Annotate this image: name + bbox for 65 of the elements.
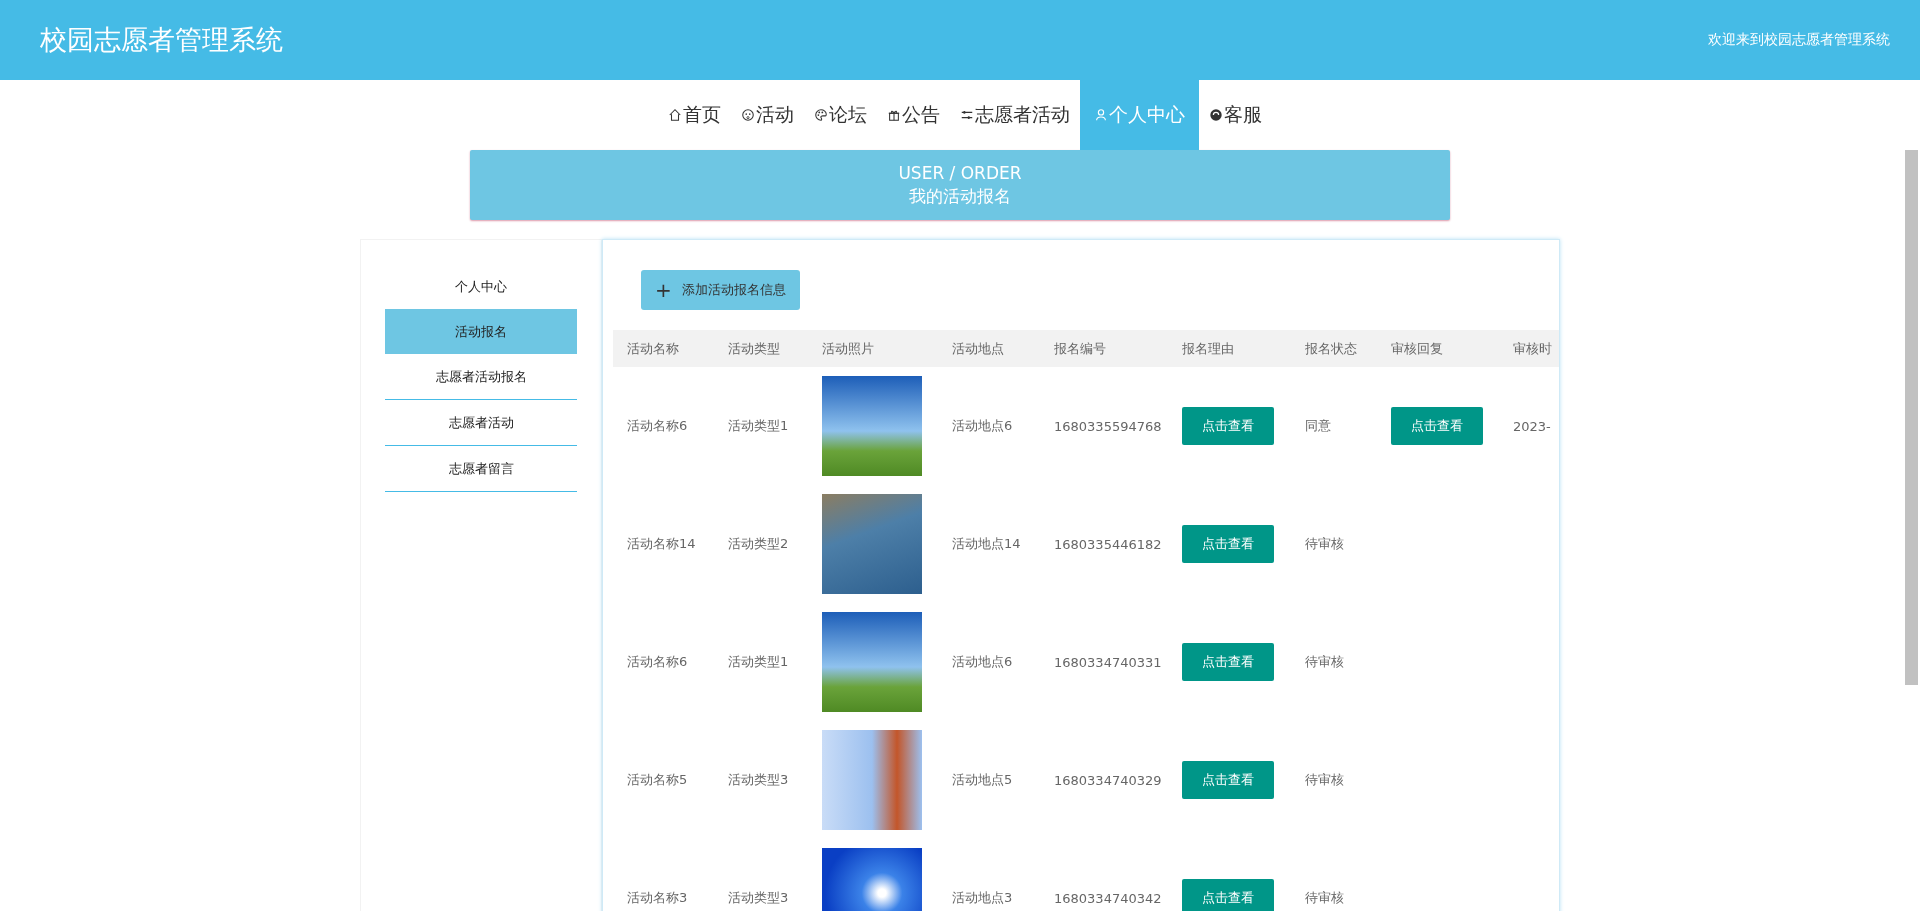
table-cell: 活动名称5 [627,772,688,787]
add-button[interactable]: + 添加活动报名信息 [641,270,800,310]
site-title: 校园志愿者管理系统 [40,23,283,57]
view-button[interactable]: 点击查看 [1182,525,1274,563]
nav-tab[interactable]: 活动 [731,80,804,150]
table-cell: 活动地点14 [952,536,1021,551]
plus-icon: + [655,278,672,302]
table-cell: 待审核 [1305,772,1344,787]
view-button[interactable]: 点击查看 [1182,407,1274,445]
face-icon [741,108,755,122]
table-cell: 待审核 [1305,654,1344,669]
table-cell: 活动名称3 [627,890,688,905]
sidebar-item[interactable]: 活动报名 [385,309,577,354]
column-header: 审核时 [1513,339,1553,358]
column-header: 活动地点 [952,339,1005,358]
view-button[interactable]: 点击查看 [1182,643,1274,681]
table-cell: 活动地点6 [952,654,1013,669]
nav-tab[interactable]: 论坛 [804,80,877,150]
user-icon [1094,108,1108,122]
table-cell: 活动类型3 [728,890,789,905]
table-cell: 1680334740331 [1054,654,1162,670]
table-cell: 活动类型2 [728,536,789,551]
view-button[interactable]: 点击查看 [1182,761,1274,799]
column-header: 报名理由 [1182,339,1235,358]
sliders-icon [960,108,974,122]
banner-subtitle: USER / ORDER [898,162,1022,183]
table-cell: 待审核 [1305,536,1344,551]
table-cell: 1680335446182 [1054,536,1162,552]
column-header: 活动类型 [728,339,781,358]
column-header: 活动名称 [627,339,680,358]
sidebar-item[interactable]: 志愿者留言 [385,446,577,492]
table-cell: 活动地点5 [952,772,1013,787]
table-cell: 活动地点6 [952,418,1013,433]
table-cell: 活动类型1 [728,418,789,433]
table-cell: 活动地点3 [952,890,1013,905]
table-cell: 活动名称14 [627,536,696,551]
table-cell: 1680334740342 [1054,890,1162,906]
column-header: 报名编号 [1054,339,1107,358]
table-cell: 1680335594768 [1054,418,1162,434]
scrollbar[interactable] [1905,150,1918,685]
palette-icon [814,108,828,122]
column-header: 报名状态 [1305,339,1358,358]
view-button[interactable]: 点击查看 [1182,879,1274,911]
column-header: 活动照片 [822,339,875,358]
table-cell: 活动名称6 [627,654,688,669]
table-cell: 2023- [1513,418,1551,434]
table-cell: 活动类型1 [728,654,789,669]
view-button[interactable]: 点击查看 [1391,407,1483,445]
table-cell: 待审核 [1305,890,1344,905]
sidebar-item[interactable]: 志愿者活动 [385,400,577,446]
sidebar-item[interactable]: 志愿者活动报名 [385,354,577,400]
table-cell: 1680334740329 [1054,772,1162,788]
nav-tab[interactable]: 客服 [1199,80,1272,150]
nav-tab[interactable]: 公告 [877,80,950,150]
gift-icon [887,108,901,122]
nav-tab[interactable]: 志愿者活动 [950,80,1080,150]
table-cell: 活动名称6 [627,418,688,433]
banner-title: 我的活动报名 [909,184,1011,208]
welcome-text: 欢迎来到校园志愿者管理系统 [1708,31,1890,49]
table-cell: 同意 [1305,418,1331,433]
sidebar-item[interactable]: 个人中心 [385,264,577,309]
table-cell: 活动类型3 [728,772,789,787]
nav-tab[interactable]: 首页 [658,80,731,150]
column-header: 审核回复 [1391,339,1444,358]
home-icon [668,108,682,122]
